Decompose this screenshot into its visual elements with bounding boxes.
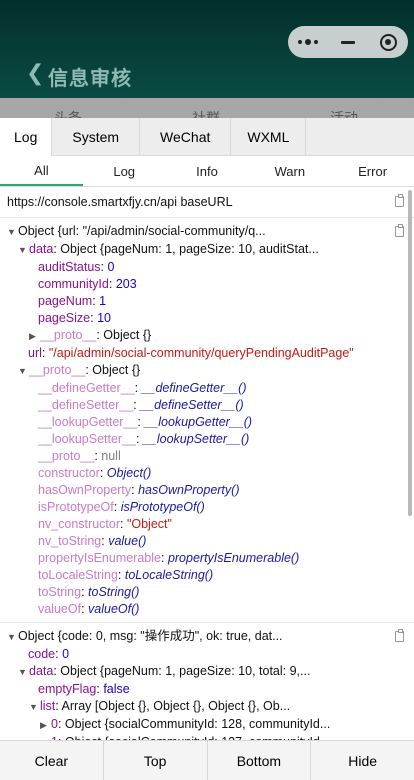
tab-wechat[interactable]: WeChat	[140, 118, 232, 156]
caret-right-icon[interactable]: ▶	[29, 328, 40, 345]
vconsole-bottombar: Clear Top Bottom Hide	[0, 740, 414, 780]
copy-icon[interactable]	[395, 224, 404, 237]
caret-down-icon[interactable]: ▼	[18, 363, 29, 380]
clear-button[interactable]: Clear	[0, 741, 104, 780]
tree-node: emptyFlag: false	[38, 682, 130, 696]
caret-down-icon[interactable]: ▼	[29, 699, 40, 716]
vconsole-subbar: All Log Info Warn Error	[0, 156, 414, 187]
tree-node: auditStatus: 0	[38, 260, 115, 274]
tree-node: __lookupGetter__: __lookupGetter__()	[38, 415, 253, 429]
tree-node: url: "/api/admin/social-community/queryP…	[28, 346, 354, 360]
tree-node: toString: toString()	[38, 585, 140, 599]
tree-node[interactable]: ▼ __proto__: Object {}	[7, 362, 390, 380]
app-tab-bar: 头条 社群 活动	[0, 98, 414, 126]
caret-down-icon[interactable]: ▼	[18, 242, 29, 259]
caret-down-icon[interactable]: ▼	[18, 664, 29, 681]
subtab-error[interactable]: Error	[331, 156, 414, 186]
tree-node[interactable]: ▶ 0: Object {socialCommunityId: 128, comm…	[7, 716, 390, 734]
subtab-info[interactable]: Info	[166, 156, 249, 186]
menu-capsule	[288, 26, 408, 58]
log-summary[interactable]: ▼ Object {url: "/api/admin/social-communi…	[7, 223, 390, 241]
tree-node: __proto__: null	[38, 449, 121, 463]
log-entry: ▼ Object {url: "/api/admin/social-communi…	[0, 218, 414, 623]
vconsole-panel: Log System WeChat WXML All Log Info Warn…	[0, 118, 414, 780]
subtab-log[interactable]: Log	[83, 156, 166, 186]
hide-button[interactable]: Hide	[311, 741, 414, 780]
tab-log[interactable]: Log	[0, 118, 53, 156]
top-button[interactable]: Top	[104, 741, 208, 780]
log-entry: https://console.smartxfjy.cn/api baseURL	[0, 188, 414, 218]
caret-right-icon[interactable]: ▶	[40, 717, 51, 734]
tree-node: nv_toString: value()	[38, 534, 147, 548]
tree-node[interactable]: ▶ __proto__: Object {}	[7, 327, 390, 345]
tree-node: pageNum: 1	[38, 294, 107, 308]
subtab-all[interactable]: All	[0, 156, 83, 186]
minimize-icon[interactable]	[328, 26, 368, 58]
tree-node: valueOf: valueOf()	[38, 602, 140, 616]
subtab-warn[interactable]: Warn	[248, 156, 331, 186]
page-title: 信息审核	[48, 68, 132, 90]
tree-node: __defineGetter__: __defineGetter__()	[38, 381, 247, 395]
copy-icon[interactable]	[395, 194, 404, 207]
log-text: https://console.smartxfjy.cn/api baseURL	[7, 195, 233, 209]
tree-node: propertyIsEnumerable: propertyIsEnumerab…	[38, 551, 300, 565]
tree-node[interactable]: ▼ data: Object {pageNum: 1, pageSize: 10,…	[7, 663, 390, 681]
log-summary[interactable]: ▼ Object {code: 0, msg: "操作成功", ok: true,…	[7, 628, 390, 646]
chevron-left-icon[interactable]: ❮	[26, 60, 44, 86]
tree-node: isPrototypeOf: isPrototypeOf()	[38, 500, 205, 514]
caret-down-icon[interactable]: ▼	[7, 629, 18, 646]
tree-node: hasOwnProperty: hasOwnProperty()	[38, 483, 240, 497]
copy-icon[interactable]	[395, 629, 404, 642]
bottom-button[interactable]: Bottom	[208, 741, 312, 780]
app-header: ❮ 信息审核	[0, 0, 414, 98]
log-entry: ▼ Object {code: 0, msg: "操作成功", ok: true,…	[0, 623, 414, 740]
tree-node: pageSize: 10	[38, 311, 111, 325]
log-scrollbar[interactable]	[408, 190, 412, 516]
tab-system[interactable]: System	[52, 118, 141, 156]
tree-node[interactable]: ▼ list: Array [Object {}, Object {}, Obje…	[7, 698, 390, 716]
more-dots-icon[interactable]	[288, 26, 328, 58]
caret-down-icon[interactable]: ▼	[7, 224, 18, 241]
tree-node: toLocaleString: toLocaleString()	[38, 568, 214, 582]
tree-node: communityId: 203	[38, 277, 137, 291]
tree-node: nv_constructor: "Object"	[38, 517, 172, 531]
tab-wxml[interactable]: WXML	[231, 118, 307, 156]
log-list[interactable]: https://console.smartxfjy.cn/api baseURL…	[0, 188, 414, 740]
tree-node: code: 0	[28, 647, 70, 661]
tree-node: __defineSetter__: __defineSetter__()	[38, 398, 244, 412]
vconsole-topbar: Log System WeChat WXML	[0, 118, 414, 156]
tree-node[interactable]: ▼ data: Object {pageNum: 1, pageSize: 10,…	[7, 241, 390, 259]
tree-node: constructor: Object()	[38, 466, 152, 480]
target-close-icon[interactable]	[368, 26, 408, 58]
tree-node: __lookupSetter__: __lookupSetter__()	[38, 432, 250, 446]
